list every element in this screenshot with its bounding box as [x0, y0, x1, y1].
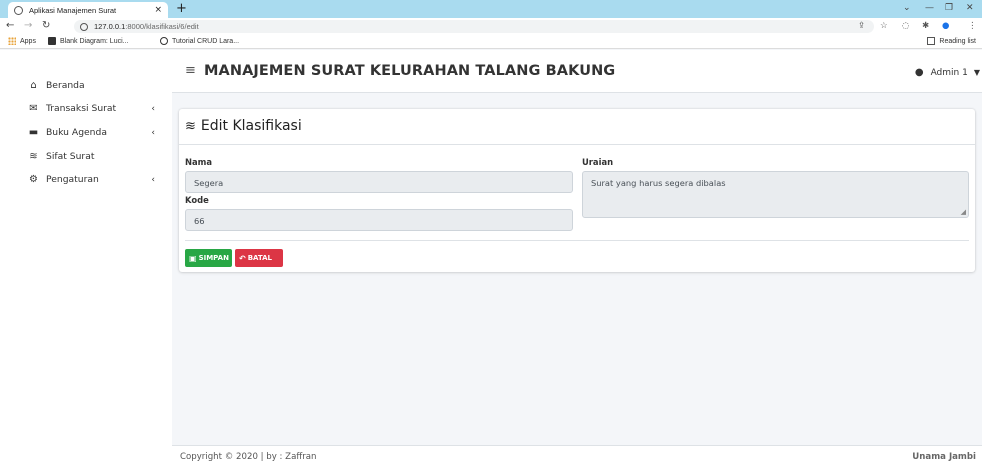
footer: Copyright © 2020 | by : Zaffran Unama Ja…: [172, 445, 982, 463]
card-title: ≋ Edit Klasifikasi: [185, 118, 302, 134]
minimize-icon[interactable]: —: [925, 3, 934, 13]
share-icon[interactable]: ⇪: [858, 21, 865, 31]
globe-icon: [14, 5, 23, 15]
tab-close-icon[interactable]: ×: [154, 5, 162, 15]
forward-icon[interactable]: →: [24, 20, 32, 31]
apps-grid-icon: [8, 37, 16, 45]
back-icon[interactable]: ←: [6, 20, 14, 31]
undo-icon: ↶: [239, 253, 246, 263]
tab-title: Aplikasi Manajemen Surat: [29, 5, 117, 15]
cancel-button-label: BATAL: [247, 254, 273, 262]
url-text: 127.0.0.1:8000/klasifikasi/6/edit: [94, 22, 199, 31]
tab-search-icon[interactable]: ⌄: [903, 3, 911, 13]
profile-icon[interactable]: ●: [942, 21, 949, 31]
menu-icon[interactable]: ⋮: [968, 21, 977, 31]
address-bar-row: ← → ↻ 127.0.0.1:8000/klasifikasi/6/edit …: [0, 18, 982, 35]
nama-label: Nama: [185, 157, 213, 167]
url-host: 127.0.0.1: [94, 22, 126, 31]
edit-klasifikasi-card: ≋ Edit Klasifikasi Nama Segera Kode 66 U…: [179, 109, 975, 272]
reading-list-button[interactable]: Reading list: [927, 37, 976, 45]
reload-icon[interactable]: ↻: [42, 20, 50, 31]
url-path: :8000/klasifikasi/6/edit: [125, 22, 199, 31]
hamburger-menu-icon[interactable]: ≡: [185, 63, 196, 78]
bookmark-apps[interactable]: Apps: [8, 37, 36, 45]
cogs-icon: ⚙: [29, 174, 38, 185]
sidebar-item-sifat-surat[interactable]: ≋ Sifat Surat: [27, 151, 155, 162]
nama-field[interactable]: Segera: [185, 171, 573, 193]
bookmark-label: Blank Diagram: Luci...: [60, 37, 129, 45]
lucid-icon: [48, 37, 56, 45]
url-field[interactable]: 127.0.0.1:8000/klasifikasi/6/edit: [74, 20, 874, 33]
layers-icon: ≋: [185, 118, 196, 134]
save-icon: ▣: [189, 253, 197, 263]
book-icon: ▬: [28, 127, 39, 138]
sidebar: ⌂ Beranda ✉ Transaksi Surat ‹ ▬ Buku Age…: [0, 50, 172, 463]
sidebar-item-transaksi-surat[interactable]: ✉ Transaksi Surat ‹: [27, 103, 155, 114]
sidebar-item-label: Transaksi Surat: [46, 103, 117, 114]
sidebar-item-label: Pengaturan: [46, 174, 99, 185]
top-navbar: ≡ MANAJEMEN SURAT KELURAHAN TALANG BAKUN…: [172, 50, 982, 93]
new-tab-button[interactable]: +: [176, 1, 187, 16]
app-title: MANAJEMEN SURAT KELURAHAN TALANG BAKUNG: [204, 63, 616, 79]
cancel-button[interactable]: ↶ BATAL: [235, 249, 283, 267]
chevron-left-icon: ‹: [151, 103, 155, 114]
extensions-icon[interactable]: ✱: [922, 21, 929, 31]
uraian-text: Surat yang harus segera dibalas: [591, 178, 726, 188]
restore-icon[interactable]: ❐: [945, 3, 953, 13]
save-button[interactable]: ▣ SIMPAN: [185, 249, 232, 267]
footer-brand: Unama Jambi: [912, 452, 976, 462]
site-info-icon[interactable]: [80, 22, 88, 31]
shield-icon[interactable]: ◌: [902, 21, 909, 31]
bookmark-label: Tutorial CRUD Lara...: [172, 37, 240, 45]
uraian-textarea[interactable]: Surat yang harus segera dibalas ◢: [582, 171, 969, 218]
web-icon: [160, 37, 168, 45]
chevron-left-icon: ‹: [151, 174, 155, 185]
sidebar-item-buku-agenda[interactable]: ▬ Buku Agenda ‹: [27, 127, 155, 138]
browser-tab[interactable]: Aplikasi Manajemen Surat ×: [8, 2, 168, 18]
user-menu[interactable]: ● Admin 1 ▼: [915, 67, 980, 78]
browser-tab-bar: Aplikasi Manajemen Surat × + ⌄ — ❐ ✕: [0, 0, 982, 18]
resize-grip-icon[interactable]: ◢: [961, 208, 966, 216]
card-header: ≋ Edit Klasifikasi: [179, 109, 975, 145]
mail-icon: ✉: [29, 103, 38, 114]
reading-list-label: Reading list: [939, 37, 976, 45]
user-icon: ●: [914, 67, 924, 78]
copyright-text: Copyright © 2020 | by : Zaffran: [180, 452, 317, 462]
bookmark-tutorial-crud[interactable]: Tutorial CRUD Lara...: [160, 37, 239, 45]
sidebar-item-label: Beranda: [46, 80, 85, 91]
star-icon[interactable]: ☆: [880, 21, 888, 31]
card-title-text: Edit Klasifikasi: [200, 118, 302, 134]
bookmark-label: Apps: [20, 37, 36, 45]
window-close-icon[interactable]: ✕: [966, 3, 974, 13]
sidebar-item-beranda[interactable]: ⌂ Beranda: [27, 80, 155, 91]
sidebar-item-label: Buku Agenda: [46, 127, 107, 138]
home-icon: ⌂: [30, 80, 37, 91]
sidebar-item-pengaturan[interactable]: ⚙ Pengaturan ‹: [27, 174, 155, 185]
layers-icon: ≋: [29, 151, 38, 162]
chevron-left-icon: ‹: [151, 127, 155, 138]
kode-field[interactable]: 66: [185, 209, 573, 231]
form-divider: [185, 240, 969, 241]
save-button-label: SIMPAN: [198, 254, 229, 262]
uraian-label: Uraian: [582, 157, 614, 167]
sidebar-item-label: Sifat Surat: [46, 151, 95, 162]
bookmarks-bar: Apps Blank Diagram: Luci... Tutorial CRU…: [0, 35, 982, 49]
reading-list-icon: [927, 37, 936, 45]
caret-down-icon: ▼: [973, 68, 980, 77]
user-name: Admin 1: [930, 67, 968, 78]
bookmark-blank-diagram[interactable]: Blank Diagram: Luci...: [48, 37, 128, 45]
kode-label: Kode: [185, 195, 209, 205]
